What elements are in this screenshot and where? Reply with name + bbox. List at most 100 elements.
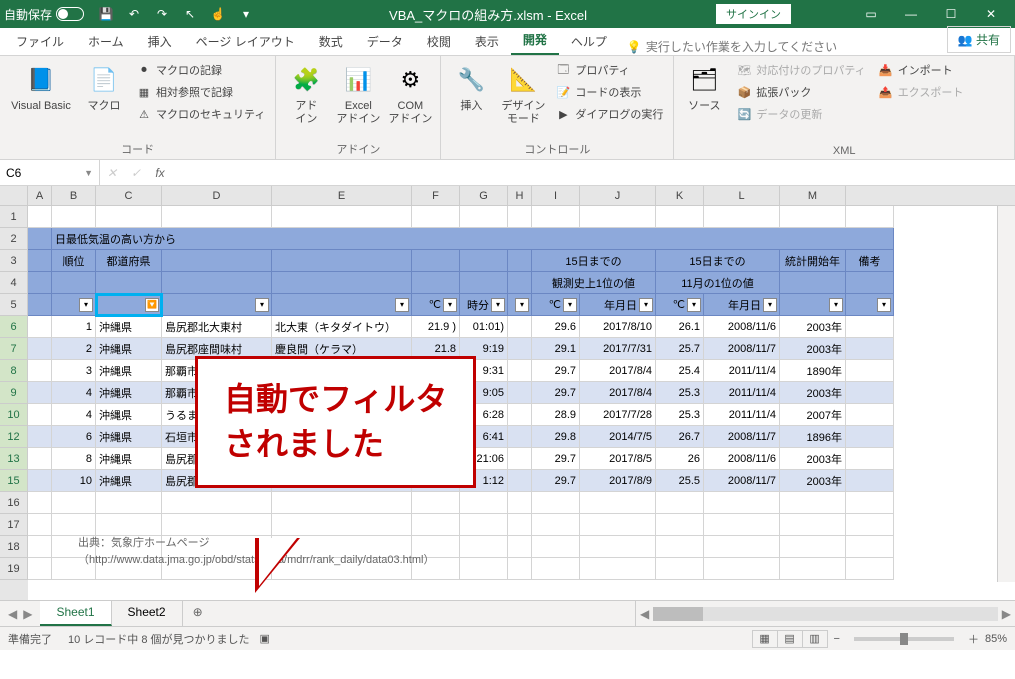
cell[interactable]: 10 — [52, 470, 96, 492]
cell[interactable]: 2008/11/6 — [704, 316, 780, 338]
cell[interactable] — [460, 514, 508, 536]
cell[interactable] — [28, 470, 52, 492]
cell[interactable] — [846, 514, 894, 536]
cell[interactable]: 🔽 — [96, 294, 162, 316]
cell[interactable]: 1 — [52, 316, 96, 338]
cell[interactable]: 26.7 — [656, 426, 704, 448]
column-header[interactable]: J — [580, 186, 656, 205]
redo-icon[interactable]: ↷ — [150, 2, 174, 26]
filter-button[interactable]: ▾ — [763, 298, 777, 312]
cell[interactable]: 25.5 — [656, 470, 704, 492]
cell[interactable]: ▾ — [508, 294, 532, 316]
page-break-view-icon[interactable]: ▥ — [802, 630, 828, 648]
tab-help[interactable]: ヘルプ — [559, 28, 619, 55]
signin-button[interactable]: サインイン — [716, 4, 791, 24]
column-header[interactable]: F — [412, 186, 460, 205]
cell[interactable] — [28, 426, 52, 448]
filter-button[interactable]: ▾ — [639, 298, 653, 312]
select-all-corner[interactable] — [0, 186, 28, 205]
row-header[interactable]: 15 — [0, 470, 28, 492]
cell[interactable]: 沖縄県 — [96, 448, 162, 470]
cell[interactable] — [656, 558, 704, 580]
column-header[interactable]: I — [532, 186, 580, 205]
cell[interactable] — [508, 426, 532, 448]
row-header[interactable]: 2 — [0, 228, 28, 250]
row-header[interactable]: 10 — [0, 404, 28, 426]
filter-button[interactable]: ▾ — [443, 298, 457, 312]
cell[interactable]: 統計開始年 — [780, 250, 846, 272]
dropdown-icon[interactable]: ▾ — [234, 2, 258, 26]
row-header[interactable]: 4 — [0, 272, 28, 294]
cell[interactable] — [96, 492, 162, 514]
cell[interactable] — [28, 338, 52, 360]
cell[interactable] — [704, 558, 780, 580]
cell[interactable] — [846, 470, 894, 492]
sheet-nav-first-icon[interactable]: ◀ — [8, 607, 17, 621]
cell[interactable]: 日最低気温の高い方から — [52, 228, 894, 250]
cell[interactable]: 29.7 — [532, 382, 580, 404]
cell[interactable]: 2003年 — [780, 338, 846, 360]
cell[interactable] — [656, 206, 704, 228]
filter-button[interactable]: 🔽 — [145, 298, 159, 312]
cell[interactable]: 29.7 — [532, 360, 580, 382]
cell[interactable] — [780, 492, 846, 514]
cell[interactable] — [846, 448, 894, 470]
horizontal-scrollbar[interactable]: ◀ ▶ — [635, 601, 1015, 626]
cell[interactable]: 2017/7/31 — [580, 338, 656, 360]
cell[interactable] — [28, 294, 52, 316]
cell[interactable] — [580, 492, 656, 514]
cell[interactable] — [846, 536, 894, 558]
tab-home[interactable]: ホーム — [76, 28, 136, 55]
cell[interactable] — [412, 492, 460, 514]
cell[interactable]: ℃▾ — [412, 294, 460, 316]
name-box[interactable]: C6 ▼ — [0, 160, 100, 185]
normal-view-icon[interactable]: ▦ — [752, 630, 778, 648]
cell[interactable]: 観測史上1位の値 — [532, 272, 656, 294]
cell[interactable]: 沖縄県 — [96, 360, 162, 382]
cell[interactable] — [272, 250, 412, 272]
cell[interactable] — [162, 514, 272, 536]
add-sheet-button[interactable]: ⊕ — [183, 601, 213, 626]
row-header[interactable]: 6 — [0, 316, 28, 338]
cell[interactable] — [780, 514, 846, 536]
cell[interactable]: 25.3 — [656, 382, 704, 404]
refresh-data-button[interactable]: 🔄データの更新 — [732, 104, 869, 124]
row-header[interactable]: 17 — [0, 514, 28, 536]
cell[interactable]: 8 — [52, 448, 96, 470]
cell[interactable] — [846, 206, 894, 228]
cell[interactable] — [656, 514, 704, 536]
cell[interactable] — [532, 558, 580, 580]
visual-basic-button[interactable]: 📘 Visual Basic — [6, 60, 76, 139]
cell[interactable]: 2003年 — [780, 470, 846, 492]
cell[interactable] — [272, 272, 412, 294]
run-dialog-button[interactable]: ▶ダイアログの実行 — [551, 104, 667, 124]
cells-area[interactable]: 日最低気温の高い方から順位都道府県15日までの15日までの統計開始年備考観測史上… — [28, 206, 1015, 600]
row-header[interactable]: 12 — [0, 426, 28, 448]
cell[interactable]: 29.6 — [532, 316, 580, 338]
row-header[interactable]: 8 — [0, 360, 28, 382]
cell[interactable] — [28, 514, 52, 536]
cell[interactable] — [460, 492, 508, 514]
cell[interactable] — [508, 360, 532, 382]
cell[interactable]: ▾ — [780, 294, 846, 316]
cursor-icon[interactable]: ↖ — [178, 2, 202, 26]
cell[interactable] — [162, 250, 272, 272]
tell-me-search[interactable]: 💡 実行したい作業を入力してください — [627, 38, 837, 55]
cell[interactable] — [508, 448, 532, 470]
cell[interactable] — [460, 250, 508, 272]
cell[interactable]: 25.4 — [656, 360, 704, 382]
cell[interactable] — [412, 272, 460, 294]
cell[interactable]: 沖縄県 — [96, 426, 162, 448]
cell[interactable] — [508, 338, 532, 360]
fx-icon[interactable]: fx — [148, 166, 172, 180]
cell[interactable] — [96, 514, 162, 536]
cell[interactable]: 29.1 — [532, 338, 580, 360]
cell[interactable] — [460, 206, 508, 228]
cell[interactable]: 29.8 — [532, 426, 580, 448]
touch-icon[interactable]: ☝ — [206, 2, 230, 26]
cell[interactable] — [580, 206, 656, 228]
addins-button[interactable]: 🧩アド イン — [282, 60, 330, 139]
design-mode-button[interactable]: 📐デザイン モード — [499, 60, 547, 139]
cell[interactable] — [580, 536, 656, 558]
record-macro-button[interactable]: ⏺マクロの記録 — [132, 60, 269, 80]
